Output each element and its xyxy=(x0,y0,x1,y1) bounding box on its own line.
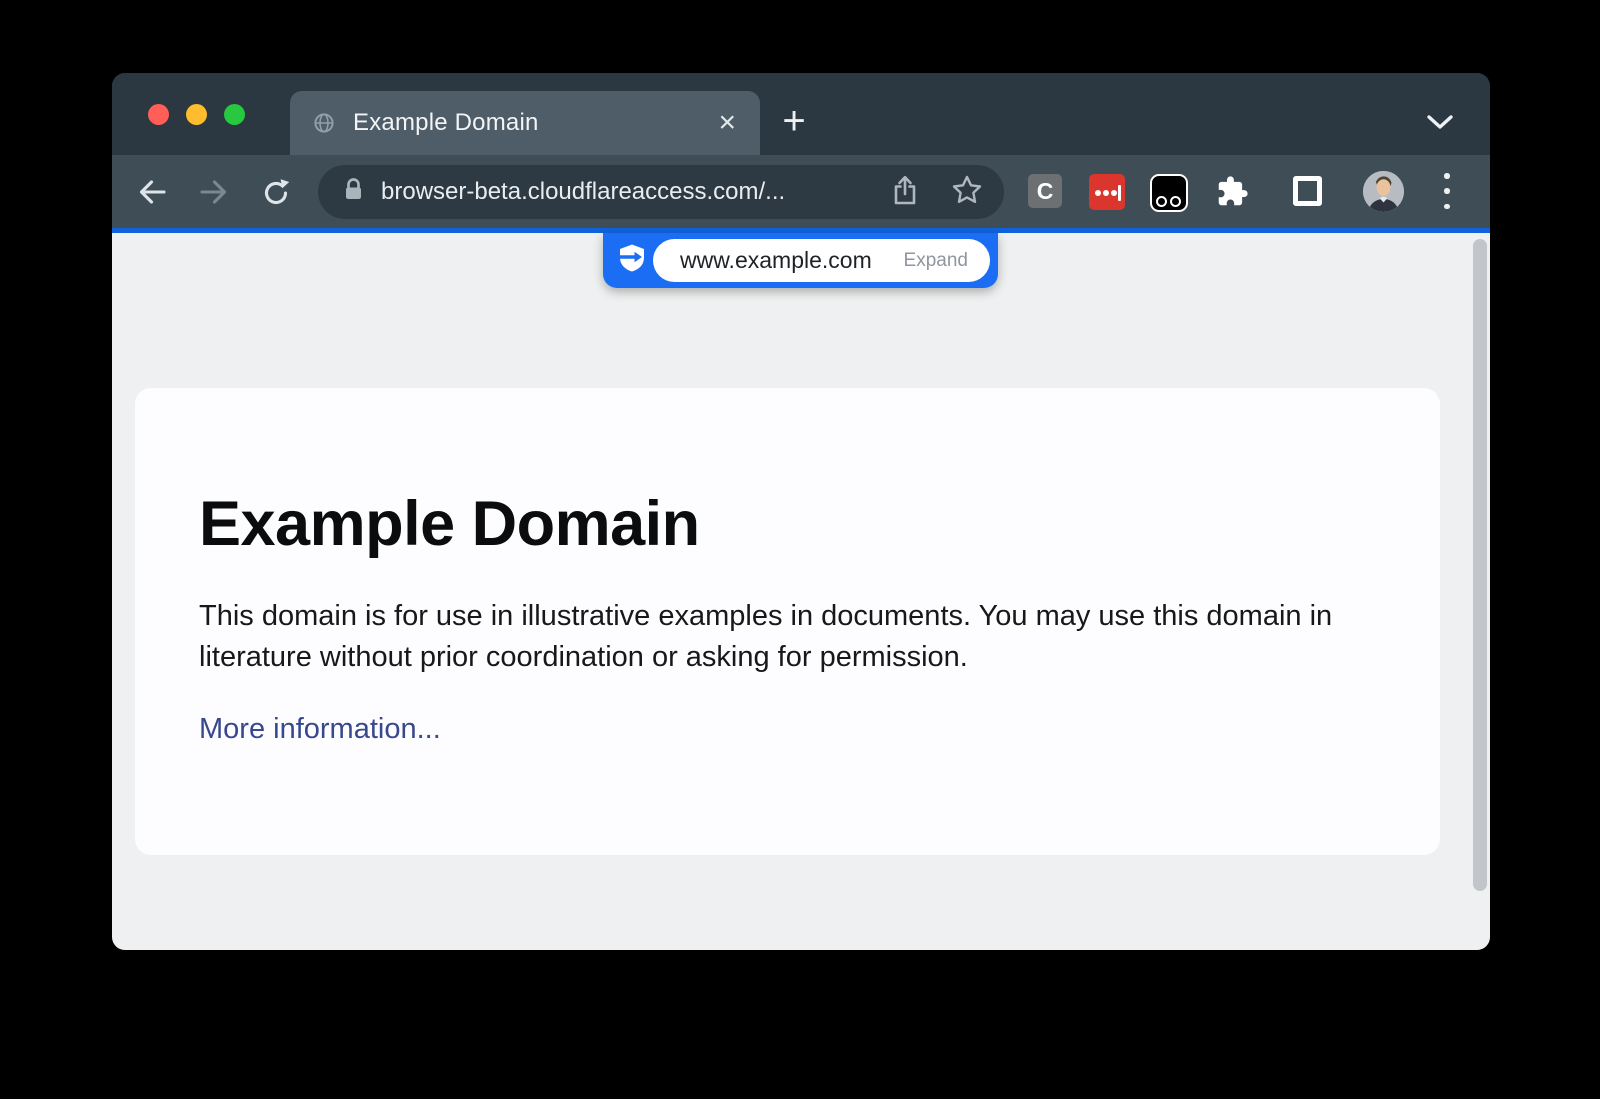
window-controls xyxy=(148,104,245,125)
isolation-banner[interactable]: www.example.com Expand xyxy=(603,233,998,288)
isolated-hostname: www.example.com xyxy=(680,247,872,274)
tab-example-domain[interactable]: Example Domain × xyxy=(290,91,760,155)
page-body-text: This domain is for use in illustrative e… xyxy=(199,596,1376,677)
toolbar: browser-beta.cloudflareaccess.com/... C xyxy=(112,155,1490,228)
dot xyxy=(1444,173,1450,179)
screenshot-stage: Example Domain × + xyxy=(0,0,1600,1099)
scrollbar-thumb[interactable] xyxy=(1473,239,1487,891)
dot xyxy=(1111,190,1117,196)
tab-title: Example Domain xyxy=(353,109,539,137)
minimize-window-button[interactable] xyxy=(186,104,207,125)
browser-menu-icon[interactable] xyxy=(1442,173,1452,209)
extension-binoculars-icon[interactable] xyxy=(1150,174,1188,212)
browser-window: Example Domain × + xyxy=(112,73,1490,950)
expand-button[interactable]: Expand xyxy=(904,250,968,272)
extension-lastpass-icon[interactable] xyxy=(1089,174,1125,210)
reload-button[interactable] xyxy=(259,175,293,209)
example-domain-card: Example Domain This domain is for use in… xyxy=(135,388,1440,855)
url-text: browser-beta.cloudflareaccess.com/... xyxy=(381,178,890,206)
page-viewport: www.example.com Expand Example Domain Th… xyxy=(112,233,1490,950)
lock-icon[interactable] xyxy=(342,177,365,207)
share-icon[interactable] xyxy=(890,174,920,211)
isolation-domain-pill[interactable]: www.example.com Expand xyxy=(653,239,990,282)
dot xyxy=(1444,204,1450,210)
close-tab-icon[interactable]: × xyxy=(718,91,736,155)
extension-c-label: C xyxy=(1037,178,1054,205)
extensions-puzzle-icon[interactable] xyxy=(1216,175,1249,213)
tab-strip: Example Domain × + xyxy=(112,73,1490,155)
forward-button[interactable] xyxy=(197,175,231,209)
zoom-window-button[interactable] xyxy=(224,104,245,125)
side-panel-icon[interactable] xyxy=(1293,176,1322,206)
profile-avatar[interactable] xyxy=(1363,171,1404,212)
page-title: Example Domain xyxy=(199,488,1376,560)
tab-search-chevron-icon[interactable] xyxy=(1425,113,1455,136)
bar xyxy=(1118,185,1121,201)
dot xyxy=(1095,190,1101,196)
more-information-link[interactable]: More information... xyxy=(199,713,441,746)
isolation-shield-icon xyxy=(615,242,649,279)
dot xyxy=(1103,190,1109,196)
lens xyxy=(1170,196,1181,207)
bookmark-star-icon[interactable] xyxy=(950,173,984,212)
globe-favicon-icon xyxy=(312,111,336,135)
new-tab-button[interactable]: + xyxy=(772,99,816,143)
back-button[interactable] xyxy=(135,175,169,209)
dot xyxy=(1444,188,1450,194)
close-window-button[interactable] xyxy=(148,104,169,125)
address-bar[interactable]: browser-beta.cloudflareaccess.com/... xyxy=(318,165,1004,219)
extension-c-icon[interactable]: C xyxy=(1028,174,1062,208)
lens xyxy=(1156,196,1167,207)
